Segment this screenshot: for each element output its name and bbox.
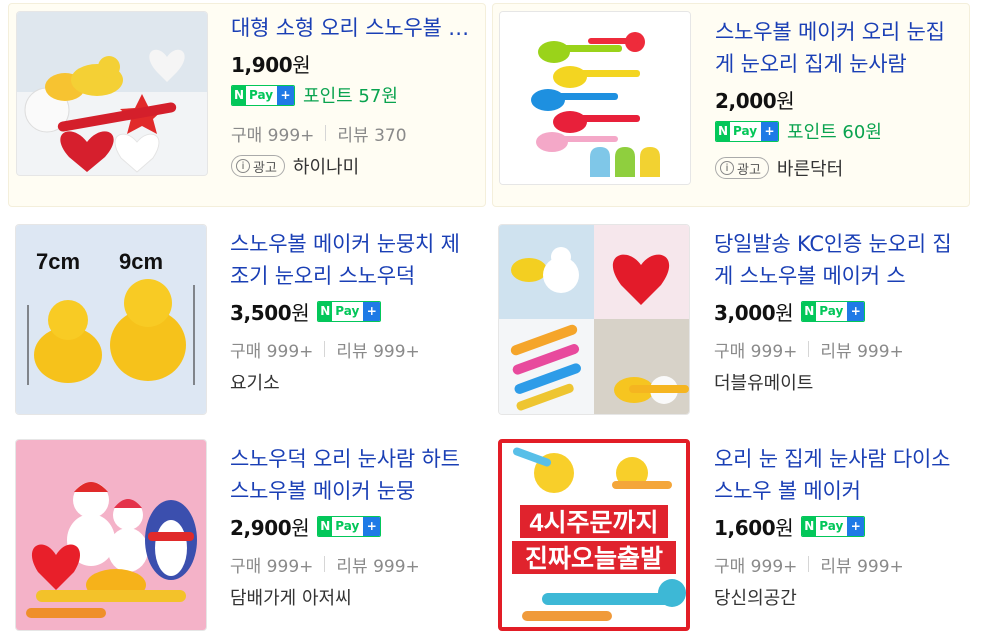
- seller-name[interactable]: 더블유메이트: [714, 369, 813, 395]
- product-thumbnail[interactable]: [16, 11, 208, 176]
- image-label-9cm: 9cm: [119, 249, 163, 274]
- product-card: 스노우볼 메이커 오리 눈집게 눈오리 집게 눈사람 2,000원 N Pay + …: [492, 3, 970, 207]
- npay-point-row: N Pay + 포인트 60원: [715, 116, 961, 146]
- ad-badge[interactable]: i 광고: [715, 157, 769, 179]
- npay-badge: N Pay +: [317, 300, 382, 322]
- product-title[interactable]: 당일발송 KC인증 눈오리 집게 스노우볼 메이커 스: [714, 228, 960, 292]
- product-price: 1,900원: [231, 52, 311, 77]
- purchase-count: 구매 999+: [230, 556, 314, 577]
- purchase-count: 구매 999+: [230, 341, 314, 362]
- product-thumbnail[interactable]: 4시주문까지 진짜오늘출발: [498, 439, 690, 631]
- npay-badge: N Pay +: [801, 515, 866, 537]
- price-row: 2,000원: [715, 84, 961, 114]
- purchase-count: 구매 999+: [714, 341, 798, 362]
- divider: [808, 341, 810, 357]
- product-card: 대형 소형 오리 스노우볼 메이커 1,900원 NPay+ 포인트 57원 구…: [8, 3, 486, 207]
- review-count[interactable]: 리뷰 999+: [336, 552, 419, 577]
- seller-row: i 광고 하이나미: [231, 152, 477, 180]
- price-row: 1,900원: [231, 48, 477, 78]
- price-row: 2,900원 N Pay +: [230, 511, 476, 541]
- review-count[interactable]: 리뷰 370: [337, 121, 406, 146]
- divider: [808, 556, 810, 572]
- promo-line-2: 진짜오늘출발: [525, 545, 663, 573]
- product-thumbnail[interactable]: [499, 11, 691, 185]
- info-icon: i: [236, 159, 250, 173]
- divider: [324, 556, 326, 572]
- seller-row: 담배가게 아저씨: [230, 583, 476, 611]
- product-stats: 구매 999+ 리뷰 999+: [714, 551, 960, 577]
- product-stats: 구매 999+ 리뷰 999+: [230, 551, 476, 577]
- info-icon: i: [720, 161, 734, 175]
- product-title[interactable]: 스노우볼 메이커 오리 눈집게 눈오리 집게 눈사람: [715, 16, 961, 80]
- npay-badge: N Pay +: [801, 300, 866, 322]
- price-row: 3,500원 N Pay +: [230, 296, 476, 326]
- seller-row: 당신의공간: [714, 583, 960, 611]
- product-card: 스노우덕 오리 눈사람 하트 스노우볼 메이커 눈뭉 2,900원 N Pay + …: [8, 433, 486, 633]
- promo-line-1: 4시주문까지: [530, 509, 659, 537]
- point-text: 포인트 57원: [303, 86, 398, 107]
- seller-name[interactable]: 당신의공간: [714, 584, 797, 610]
- ad-badge[interactable]: i 광고: [231, 155, 285, 177]
- product-card: 당일발송 KC인증 눈오리 집게 스노우볼 메이커 스 3,000원 N Pay +…: [492, 218, 970, 423]
- npay-point-row: N Pay + 포인트 57원: [231, 80, 477, 110]
- review-count[interactable]: 리뷰 999+: [336, 337, 419, 362]
- product-price: 1,600원: [714, 515, 794, 540]
- product-price: 3,500원: [230, 300, 310, 325]
- npay-badge: N Pay +: [715, 120, 780, 142]
- divider: [324, 341, 326, 357]
- product-title[interactable]: 스노우볼 메이커 눈뭉치 제조기 눈오리 스노우덕: [230, 228, 476, 292]
- seller-row: 요기소: [230, 368, 476, 396]
- product-stats: 구매 999+ 리뷰 999+: [714, 336, 960, 362]
- product-title[interactable]: 대형 소형 오리 스노우볼 메이커: [231, 12, 477, 44]
- seller-name[interactable]: 하이나미: [293, 153, 359, 179]
- product-stats: 구매 999+ 리뷰 370: [231, 120, 477, 146]
- price-row: 1,600원 N Pay +: [714, 511, 960, 541]
- product-card: 7cm 9cm 스노우볼 메이커 눈뭉치 제조기 눈오리 스노우덕 3,500원…: [8, 218, 486, 423]
- price-row: 3,000원 N Pay +: [714, 296, 960, 326]
- product-card: 4시주문까지 진짜오늘출발 오리 눈 집게 눈사람 다이소 스노우 볼 메이커 …: [492, 433, 970, 633]
- seller-row: 더블유메이트: [714, 368, 960, 396]
- product-stats: 구매 999+ 리뷰 999+: [230, 336, 476, 362]
- seller-name[interactable]: 담배가게 아저씨: [230, 584, 352, 610]
- divider: [325, 125, 327, 141]
- product-price: 3,000원: [714, 300, 794, 325]
- product-thumbnail[interactable]: [15, 439, 207, 631]
- purchase-count: 구매 999+: [231, 125, 315, 146]
- product-thumbnail[interactable]: [498, 224, 690, 415]
- product-thumbnail[interactable]: 7cm 9cm: [15, 224, 207, 415]
- npay-badge: N Pay +: [231, 84, 296, 106]
- product-price: 2,900원: [230, 515, 310, 540]
- seller-name[interactable]: 요기소: [230, 369, 280, 395]
- seller-row: i 광고 바른닥터: [715, 154, 961, 182]
- review-count[interactable]: 리뷰 999+: [820, 337, 903, 362]
- image-label-7cm: 7cm: [36, 249, 80, 274]
- npay-badge: N Pay +: [317, 515, 382, 537]
- point-text: 포인트 60원: [787, 122, 882, 143]
- product-grid: 대형 소형 오리 스노우볼 메이커 1,900원 NPay+ 포인트 57원 구…: [0, 0, 981, 637]
- product-price: 2,000원: [715, 88, 795, 113]
- purchase-count: 구매 999+: [714, 556, 798, 577]
- product-title[interactable]: 오리 눈 집게 눈사람 다이소 스노우 볼 메이커: [714, 443, 960, 507]
- product-title[interactable]: 스노우덕 오리 눈사람 하트 스노우볼 메이커 눈뭉: [230, 443, 476, 507]
- seller-name[interactable]: 바른닥터: [777, 155, 843, 181]
- review-count[interactable]: 리뷰 999+: [820, 552, 903, 577]
